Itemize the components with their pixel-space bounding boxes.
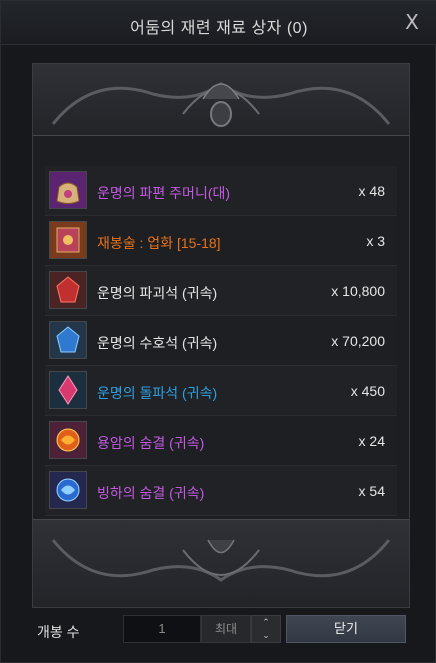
item-quantity: x 450 [350,383,385,399]
stepper-down-icon[interactable]: ⌄ [252,629,280,642]
item-quantity: x 54 [358,483,385,499]
item-quantity: x 70,200 [331,333,385,349]
top-ornament-art [51,82,391,127]
max-button[interactable]: 최대 [201,615,251,643]
item-quantity: x 24 [358,433,385,449]
item-quantity: x 48 [358,183,385,199]
item-row[interactable]: 용암의 숨결 (귀속) x 24 [45,416,397,466]
bottom-ornament [33,519,409,607]
open-count-label: 개봉 수 [37,624,80,640]
item-quantity: x 3 [366,233,385,249]
item-frame: 운명의 파편 주머니(대) x 48 재봉술 : 업화 [15-18] x 3 운명의 … [32,63,410,608]
item-name: 재봉술 : 업화 [15-18] [97,235,221,251]
lava-breath-icon [49,421,87,459]
item-row[interactable]: 운명의 파편 주머니(대) x 48 [45,166,397,216]
pink-crystal-icon [49,371,87,409]
item-row[interactable]: 운명의 수호석 (귀속) x 70,200 [45,316,397,366]
close-icon[interactable]: X [401,11,423,33]
item-name: 운명의 돌파석 (귀속) [97,385,218,401]
material-box-window: 어둠의 재련 재료 상자 (0) X 운명의 파편 주머니(대) x 48 재봉술 … [0,0,436,663]
quantity-input[interactable]: 1 [123,615,201,643]
book-icon [49,221,87,259]
close-button[interactable]: 닫기 [286,615,406,643]
stepper-up-icon[interactable]: ⌃ [252,616,280,629]
item-name: 빙하의 숨결 (귀속) [97,485,205,501]
item-name: 용암의 숨결 (귀속) [97,435,205,451]
pouch-icon [49,171,87,209]
blue-stone-icon [49,321,87,359]
item-quantity: x 10,800 [331,283,385,299]
item-name: 운명의 수호석 (귀속) [97,335,218,351]
quantity-stepper[interactable]: ⌃ ⌄ [251,615,281,643]
glacier-breath-icon [49,471,87,509]
item-name: 운명의 파편 주머니(대) [97,185,231,201]
item-row[interactable]: 재봉술 : 업화 [15-18] x 3 [45,216,397,266]
item-row[interactable]: 운명의 파괴석 (귀속) x 10,800 [45,266,397,316]
item-list: 운명의 파편 주머니(대) x 48 재봉술 : 업화 [15-18] x 3 운명의 … [45,166,397,516]
bottom-ornament-art [51,539,391,582]
item-row[interactable]: 빙하의 숨결 (귀속) x 54 [45,466,397,516]
red-stone-icon [49,271,87,309]
title-bar: 어둠의 재련 재료 상자 (0) X [1,1,436,45]
window-title: 어둠의 재련 재료 상자 (0) [130,20,308,37]
item-row[interactable]: 운명의 돌파석 (귀속) x 450 [45,366,397,416]
top-ornament [33,64,409,136]
item-name: 운명의 파괴석 (귀속) [97,285,218,301]
